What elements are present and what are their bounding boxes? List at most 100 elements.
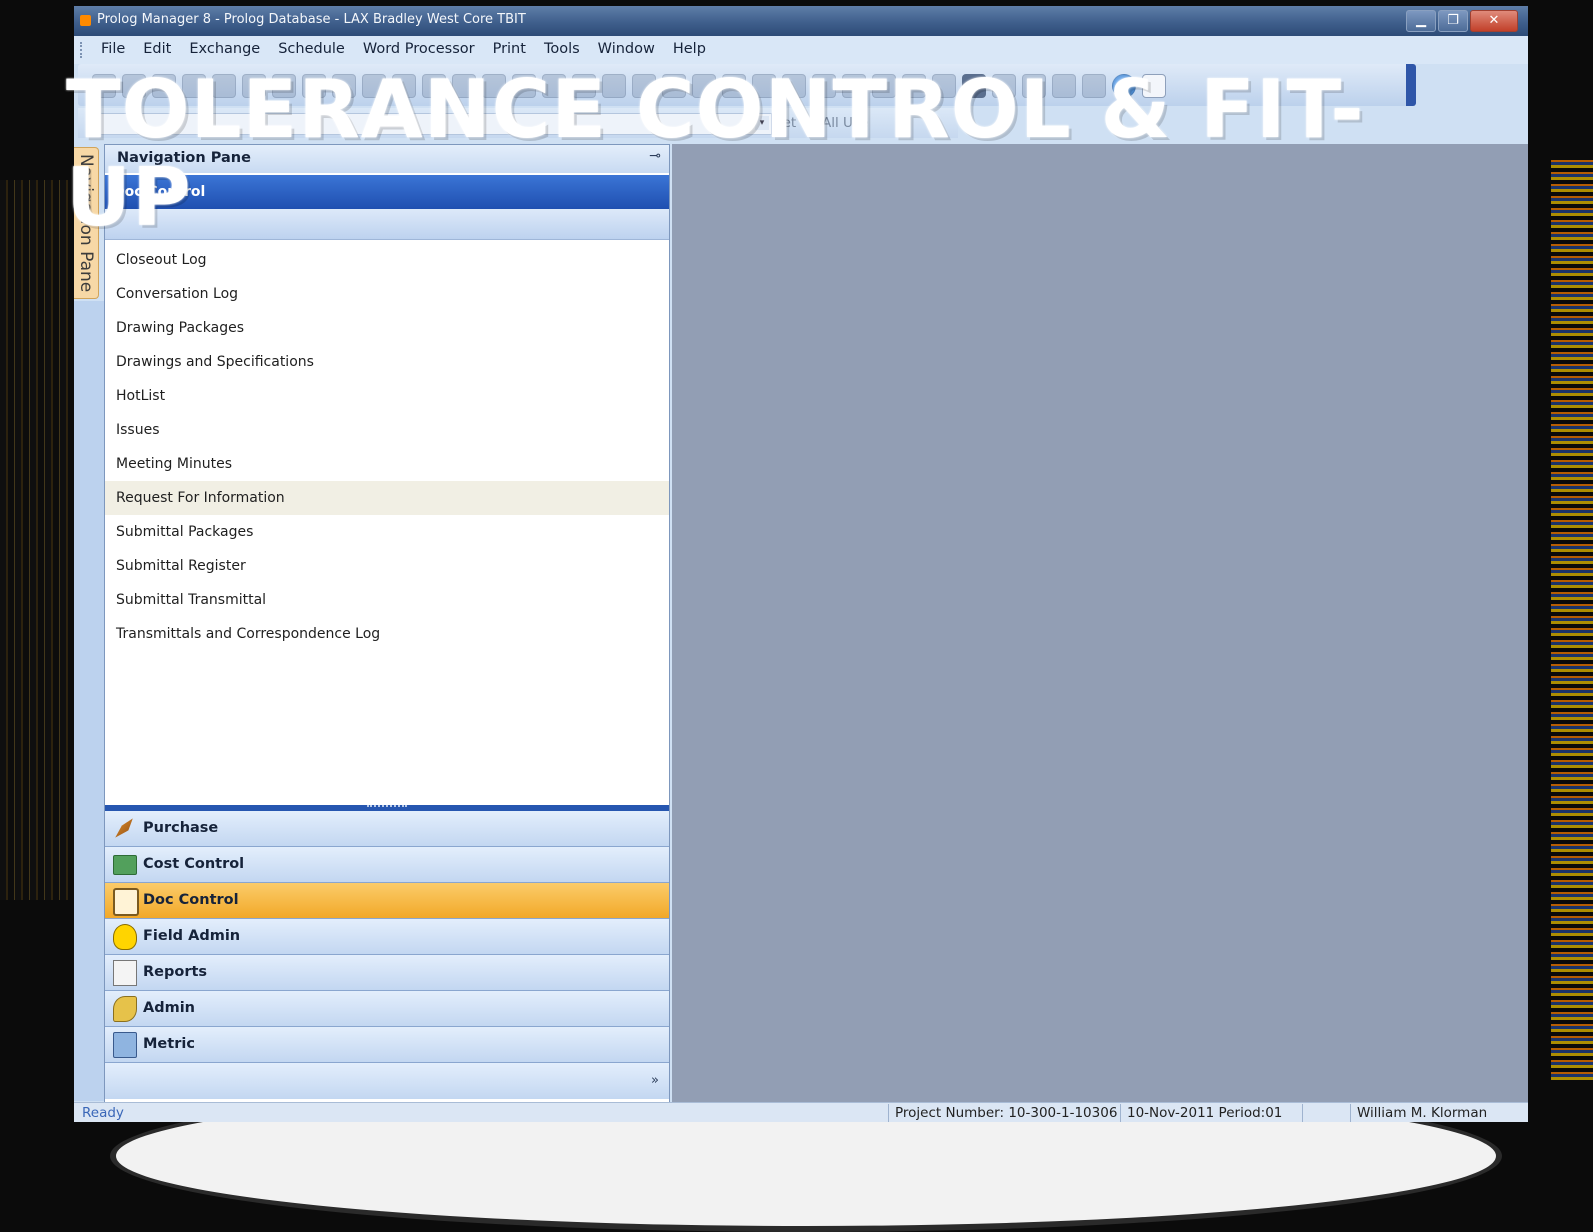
main-toolbar	[78, 64, 1416, 106]
ledger-icon	[113, 855, 137, 875]
nav-item-issues[interactable]: Issues	[105, 413, 669, 447]
toolbar-overflow-button[interactable]	[1406, 64, 1416, 106]
report-icon[interactable]	[512, 74, 536, 98]
lock-icon[interactable]	[692, 74, 716, 98]
close-button[interactable]: ✕	[1470, 10, 1518, 32]
upload-icon[interactable]	[1082, 74, 1106, 98]
nav-item-meeting-minutes[interactable]: Meeting Minutes	[105, 447, 669, 481]
paste-icon[interactable]	[242, 74, 266, 98]
nav-item-submittal-packages[interactable]: Submittal Packages	[105, 515, 669, 549]
nav-item-submittal-register[interactable]: Submittal Register	[105, 549, 669, 583]
section-label: Reports	[143, 964, 208, 980]
status-user: William M. Klorman	[1350, 1104, 1493, 1122]
status-empty-cell	[1302, 1104, 1355, 1122]
preview-icon[interactable]	[392, 74, 416, 98]
chevron-down-icon[interactable]: ▾	[755, 116, 769, 130]
save-icon[interactable]	[152, 74, 176, 98]
filter-combo[interactable]: ▾	[90, 113, 772, 135]
window-title: Prolog Manager 8 - Prolog Database - LAX…	[97, 12, 526, 27]
section-label: Purchase	[143, 820, 219, 836]
secondary-toolbar: ▾ Set All Use	[78, 108, 958, 138]
status-bar: Ready Project Number: 10-300-1-10306 10-…	[74, 1102, 1528, 1122]
restore-button[interactable]: ❐	[1438, 10, 1468, 32]
undo-icon[interactable]	[272, 74, 296, 98]
move-up-icon[interactable]	[902, 74, 926, 98]
configure-buttons-icon[interactable]: »	[651, 1073, 659, 1088]
status-project-number: Project Number: 10-300-1-10306	[888, 1104, 1123, 1122]
navigation-pane-side-tab[interactable]: Navigation Pane	[74, 147, 99, 299]
inbox-icon[interactable]	[1052, 74, 1076, 98]
section-metric[interactable]: Metric	[105, 1027, 669, 1063]
redo-icon[interactable]	[302, 74, 326, 98]
section-label: Cost Control	[143, 856, 245, 872]
export-icon[interactable]	[782, 74, 806, 98]
menu-exchange[interactable]: Exchange	[180, 41, 269, 57]
menu-file[interactable]: File	[92, 41, 134, 57]
set-label[interactable]: Set	[774, 115, 796, 131]
open-icon[interactable]	[122, 74, 146, 98]
import-icon[interactable]	[812, 74, 836, 98]
status-ready: Ready	[82, 1105, 124, 1121]
menu-print[interactable]: Print	[484, 41, 535, 57]
section-label: Admin	[143, 1000, 196, 1016]
section-label: Metric	[143, 1036, 195, 1052]
arrow-left-icon[interactable]	[842, 74, 866, 98]
attach-icon[interactable]	[482, 74, 506, 98]
stamp-icon[interactable]	[962, 74, 986, 98]
menu-tools[interactable]: Tools	[535, 41, 589, 57]
section-reports[interactable]: Reports	[105, 955, 669, 991]
copy-icon[interactable]	[212, 74, 236, 98]
filter-icon[interactable]	[542, 74, 566, 98]
navigation-pane: Navigation Pane ⊸ Doc Control Closeout L…	[104, 144, 670, 1104]
sort-icon[interactable]	[572, 74, 596, 98]
nav-pane-header: Navigation Pane ⊸	[105, 145, 669, 173]
refresh-icon[interactable]	[752, 74, 776, 98]
nav-item-drawings-and-specifications[interactable]: Drawings and Specifications	[105, 345, 669, 379]
arrow-right-icon[interactable]	[872, 74, 896, 98]
move-down-icon[interactable]	[932, 74, 956, 98]
link-icon[interactable]	[422, 74, 446, 98]
section-admin[interactable]: Admin	[105, 991, 669, 1027]
section-doc-control[interactable]: Doc Control	[105, 883, 669, 919]
group-icon[interactable]	[602, 74, 626, 98]
nav-item-closeout-log[interactable]: Closeout Log	[105, 243, 669, 277]
nav-item-request-for-information[interactable]: Request For Information	[105, 481, 669, 515]
menu-window[interactable]: Window	[589, 41, 664, 57]
menu-edit[interactable]: Edit	[134, 41, 180, 57]
nav-subbar	[105, 209, 669, 240]
list-icon[interactable]	[1022, 74, 1046, 98]
hardhat-icon	[113, 924, 137, 950]
title-bar: Prolog Manager 8 - Prolog Database - LAX…	[74, 6, 1528, 36]
flag-icon[interactable]	[662, 74, 686, 98]
section-purchase[interactable]: Purchase	[105, 811, 669, 847]
menu-grip	[80, 42, 84, 58]
section-cost-control[interactable]: Cost Control	[105, 847, 669, 883]
pin-icon[interactable]	[722, 74, 746, 98]
print-icon[interactable]	[362, 74, 386, 98]
chart-icon[interactable]	[632, 74, 656, 98]
cut-icon[interactable]	[182, 74, 206, 98]
section-label: Doc Control	[143, 892, 239, 908]
folder-icon[interactable]	[992, 74, 1016, 98]
nav-item-hotlist[interactable]: HotList	[105, 379, 669, 413]
status-date-period: 10-Nov-2011 Period:01	[1120, 1104, 1288, 1122]
globe-icon[interactable]	[1112, 74, 1136, 98]
nav-item-drawing-packages[interactable]: Drawing Packages	[105, 311, 669, 345]
app-window: Prolog Manager 8 - Prolog Database - LAX…	[74, 6, 1528, 1122]
menu-word-processor[interactable]: Word Processor	[354, 41, 484, 57]
menu-schedule[interactable]: Schedule	[269, 41, 354, 57]
pin-icon[interactable]: ⊸	[649, 148, 661, 164]
nav-item-submittal-transmittal[interactable]: Submittal Transmittal	[105, 583, 669, 617]
section-field-admin[interactable]: Field Admin	[105, 919, 669, 955]
menu-items: File Edit Exchange Schedule Word Processor Pr…	[92, 41, 715, 57]
nav-pane-title: Navigation Pane	[117, 150, 251, 166]
calendar-icon[interactable]	[452, 74, 476, 98]
menu-help[interactable]: Help	[664, 41, 715, 57]
find-icon[interactable]	[332, 74, 356, 98]
new-icon[interactable]	[92, 74, 116, 98]
users-label[interactable]: All Use	[822, 115, 868, 131]
nav-item-conversation-log[interactable]: Conversation Log	[105, 277, 669, 311]
minimize-button[interactable]: ▁	[1406, 10, 1436, 32]
nav-item-transmittals-and-correspondence-log[interactable]: Transmittals and Correspondence Log	[105, 617, 669, 651]
mail-icon[interactable]	[1142, 74, 1166, 98]
